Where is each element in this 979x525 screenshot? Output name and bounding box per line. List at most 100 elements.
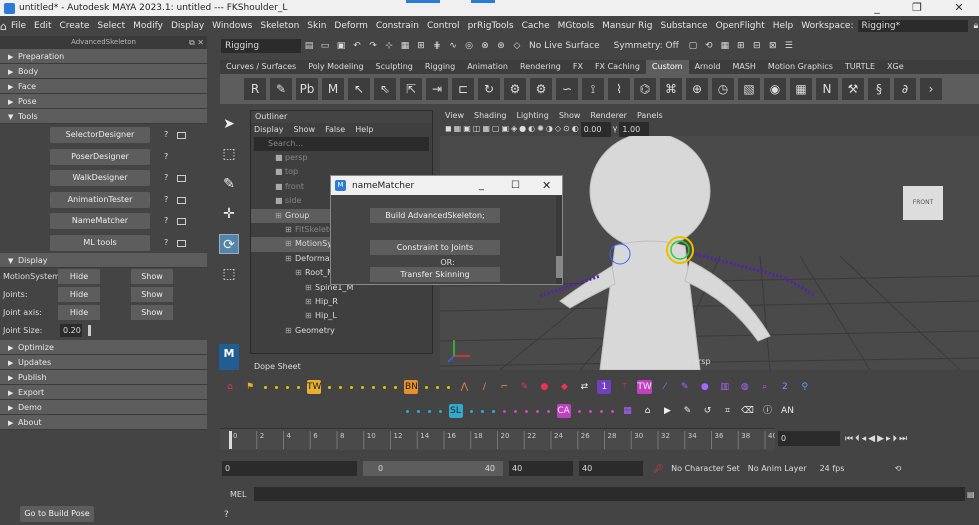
hide-button[interactable]: Hide bbox=[58, 269, 100, 284]
shelf-tool-deform-icon[interactable]: ⌘ bbox=[660, 78, 682, 100]
anim-house-icon[interactable]: ⌂ bbox=[641, 404, 655, 418]
step-forward-frame-icon[interactable]: ▸ bbox=[886, 434, 891, 444]
anim-film-icon[interactable]: ▶ bbox=[661, 404, 675, 418]
textured-icon[interactable]: ◐ bbox=[528, 122, 535, 136]
build-advanced-skeleton-button[interactable]: Build AdvancedSkeleton; bbox=[370, 208, 500, 223]
menu-edit[interactable]: Edit bbox=[30, 21, 55, 31]
outliner-search-input[interactable]: Search... bbox=[254, 137, 429, 151]
shelf-tab-turtle[interactable]: TURTLE bbox=[839, 60, 881, 74]
shelf-tool-move-icon[interactable]: ⇖ bbox=[374, 78, 396, 100]
anim-layer-dropdown[interactable]: No Anim Layer bbox=[748, 464, 807, 473]
section-demo[interactable]: ▶ Demo bbox=[0, 400, 207, 415]
select-component-icon[interactable]: ⊞ bbox=[415, 40, 427, 52]
auto-key-icon[interactable]: 🔑︎ bbox=[653, 464, 663, 473]
anim-sphere-icon[interactable]: ● bbox=[698, 380, 712, 394]
shelf-tab-animation[interactable]: Animation bbox=[461, 60, 514, 74]
exposure-field[interactable]: 0.00 bbox=[580, 121, 611, 137]
shelf-tool-pb-icon[interactable]: Pb bbox=[296, 78, 318, 100]
play-backward-icon[interactable]: ◀ bbox=[868, 434, 875, 444]
xray-icon[interactable]: ⊙ bbox=[563, 122, 570, 136]
save-scene-icon[interactable]: ▣ bbox=[335, 40, 347, 52]
shelf-tool-more-icon[interactable]: › bbox=[920, 78, 942, 100]
go-to-start-icon[interactable]: ⏮ bbox=[845, 434, 853, 444]
section-updates[interactable]: ▶ Updates bbox=[0, 355, 207, 370]
constraint-to-joints-button[interactable]: Constraint to Joints bbox=[370, 240, 500, 255]
go-to-build-pose-button[interactable]: Go to Build Pose bbox=[20, 506, 94, 522]
ml-tools-button[interactable]: ML tools bbox=[50, 234, 150, 251]
anim-pencil-icon[interactable]: ✎ bbox=[681, 404, 695, 418]
shelf-tab-xgen[interactable]: XGe bbox=[881, 60, 910, 74]
shelf-tool-script-icon[interactable]: § bbox=[868, 78, 890, 100]
step-back-frame-icon[interactable]: ◂ bbox=[862, 434, 867, 444]
play-forward-icon[interactable]: ▶ bbox=[877, 434, 884, 444]
shelf-tool-curve-icon[interactable]: ∽ bbox=[556, 78, 578, 100]
script-editor-icon[interactable]: ▤ bbox=[967, 490, 979, 499]
dialog-maximize-button[interactable]: ☐ bbox=[511, 180, 520, 191]
help-question[interactable]: ? bbox=[164, 235, 168, 251]
shelf-tool-rotate-icon[interactable]: ↻ bbox=[478, 78, 500, 100]
grid-icon[interactable]: ▦ bbox=[482, 122, 490, 136]
section-preparation[interactable]: ▶ Preparation bbox=[0, 49, 207, 64]
outliner-item[interactable]: ⊞ Hip_R bbox=[251, 295, 432, 309]
scale-tool-icon[interactable]: ⬚ bbox=[219, 264, 239, 284]
menu-help[interactable]: Help bbox=[769, 21, 798, 31]
section-optimize[interactable]: ▶ Optimize bbox=[0, 340, 207, 355]
help-question[interactable]: ? bbox=[164, 170, 168, 186]
anim-key-icon[interactable]: ⚑ bbox=[243, 380, 257, 394]
anim-graph-icon[interactable]: ▥ bbox=[718, 380, 732, 394]
shelf-tab-rendering[interactable]: Rendering bbox=[514, 60, 567, 74]
step-back-key-icon[interactable]: ⏴ bbox=[855, 434, 860, 444]
section-pose[interactable]: ▶ Pose bbox=[0, 94, 207, 109]
dialog-close-button[interactable]: ✕ bbox=[542, 179, 551, 192]
curve-linear-icon[interactable]: ∕ bbox=[477, 380, 491, 394]
select-tool-icon[interactable]: ➤ bbox=[219, 114, 239, 134]
paint-select-icon[interactable]: ✎ bbox=[219, 174, 239, 194]
snap-curve-icon[interactable]: ∿ bbox=[447, 40, 459, 52]
anim-globe-icon[interactable]: ◍ bbox=[738, 380, 752, 394]
minimize-button[interactable]: _ bbox=[857, 0, 897, 16]
section-tools[interactable]: ▼ Tools bbox=[0, 109, 207, 124]
shelf-tab-sculpting[interactable]: Sculpting bbox=[370, 60, 419, 74]
help-question[interactable]: ? bbox=[164, 213, 168, 229]
anim-crop-icon[interactable]: ⌗ bbox=[721, 404, 735, 418]
character-set-dropdown[interactable]: No Character Set bbox=[671, 464, 740, 473]
hide-button[interactable]: Hide bbox=[58, 305, 100, 320]
shelf-tool-pin-icon[interactable]: ⇱ bbox=[400, 78, 422, 100]
menu-windows[interactable]: Windows bbox=[208, 21, 256, 31]
select-sl-button[interactable]: SL bbox=[448, 404, 463, 418]
selector-designer-button[interactable]: SelectorDesigner bbox=[50, 127, 150, 143]
make-live-icon[interactable]: ◇ bbox=[511, 40, 523, 52]
joint-size-field[interactable]: 0.20 bbox=[60, 324, 82, 337]
shelf-tool-paint-icon[interactable]: ✎ bbox=[270, 78, 292, 100]
smooth-shade-icon[interactable]: ● bbox=[519, 122, 526, 136]
resolution-gate-icon[interactable]: ▣ bbox=[501, 122, 509, 136]
help-question[interactable]: ? bbox=[164, 192, 168, 208]
ipr-render-icon[interactable]: ▦ bbox=[719, 40, 731, 52]
shelf-tab-curves-surfaces[interactable]: Curves / Surfaces bbox=[220, 60, 302, 74]
shelf-tool-doc-icon[interactable]: ▧ bbox=[738, 78, 760, 100]
image-plane-icon[interactable]: ◫ bbox=[473, 122, 481, 136]
open-scene-icon[interactable]: ▭ bbox=[319, 40, 331, 52]
menu-mansur-rig[interactable]: Mansur Rig bbox=[598, 21, 656, 31]
viewport-menu-lighting[interactable]: Lighting bbox=[516, 110, 548, 122]
lasso-tool-icon[interactable]: ⬚ bbox=[219, 144, 239, 164]
shelf-tab-custom[interactable]: Custom bbox=[645, 60, 689, 74]
section-face[interactable]: ▶ Face bbox=[0, 79, 207, 94]
bookmark-icon[interactable]: ▣ bbox=[463, 122, 471, 136]
show-button[interactable]: Show bbox=[131, 305, 173, 320]
anim-cake-icon[interactable]: ⌂ bbox=[223, 380, 237, 394]
menu-substance[interactable]: Substance bbox=[657, 21, 712, 31]
help-question[interactable]: ? bbox=[164, 127, 168, 143]
menu-create[interactable]: Create bbox=[55, 21, 93, 31]
menu-file[interactable]: File bbox=[7, 21, 30, 31]
viewport-menu-shading[interactable]: Shading bbox=[474, 110, 507, 122]
viewport-menu-show[interactable]: Show bbox=[559, 110, 581, 122]
film-gate-icon[interactable]: ▢ bbox=[492, 122, 500, 136]
gamma-icon[interactable]: γ bbox=[613, 122, 618, 136]
snap-surface-icon[interactable]: ⊛ bbox=[495, 40, 507, 52]
animation-tester-button[interactable]: AnimationTester bbox=[50, 191, 150, 208]
anim-color-icon[interactable]: ● bbox=[537, 380, 551, 394]
render-view-icon[interactable]: ▢ bbox=[687, 40, 699, 52]
menu-prrigtools[interactable]: prRigTools bbox=[464, 21, 518, 31]
anim-run-icon[interactable]: ⚲ bbox=[798, 380, 812, 394]
